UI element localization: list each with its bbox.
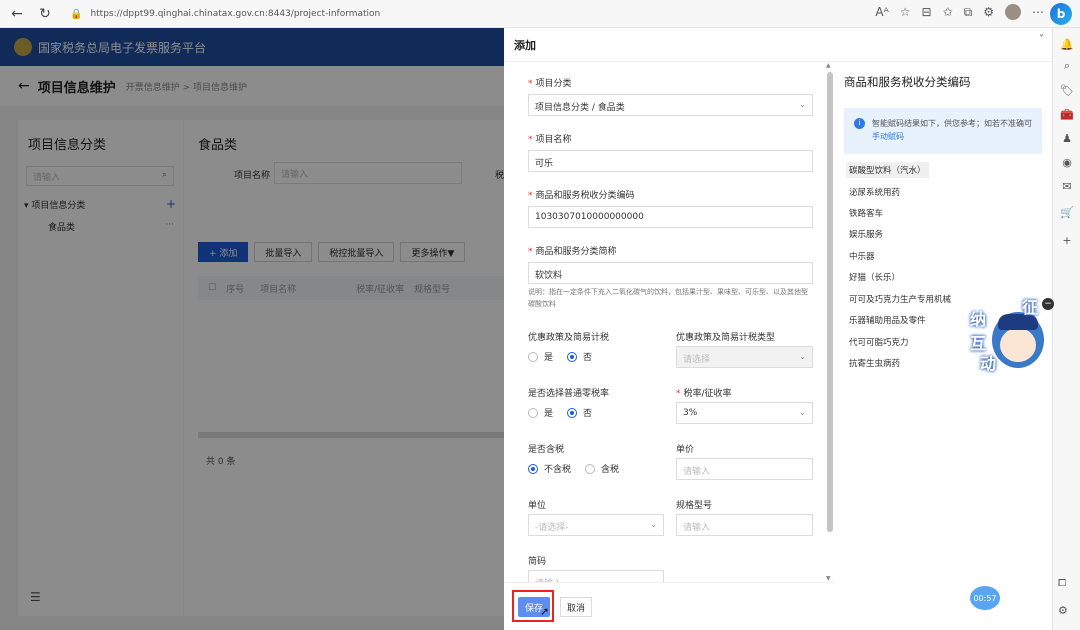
tax-code-note: 说明：指在一定条件下充入二氧化碳气的饮料，包括果汁型、果味型、可乐型、以及其他型… <box>528 288 808 308</box>
timer-badge[interactable]: 00:57 <box>970 586 1000 610</box>
back-icon[interactable]: ← <box>6 3 28 25</box>
preferential-radio-group: 是 否 <box>528 350 606 363</box>
mascot-char: 纳 <box>970 310 987 329</box>
drawer-title: 添加 <box>514 38 536 52</box>
tax-included-label: 是否含税 <box>528 445 565 455</box>
tax-code-panel-title: 商品和服务税收分类编码 <box>844 75 971 89</box>
short-name-label: * 商品和服务分类简称 <box>528 247 617 257</box>
zero-rate-no-radio[interactable]: 否 <box>567 406 592 419</box>
bell-icon[interactable]: 🔔 <box>1059 36 1075 52</box>
tax-included-radio-group: 不含税 含税 <box>528 462 633 475</box>
tag-icon[interactable]: 🏷 <box>1059 82 1075 98</box>
preferential-no-radio[interactable]: 否 <box>567 350 592 363</box>
tax-code-label: * 商品和服务税收分类编码 <box>528 191 635 201</box>
rate-select[interactable]: 3% ⌄ <box>676 402 813 424</box>
scrollbar-thumb[interactable] <box>827 72 833 532</box>
mascot-char: 征 <box>1022 298 1039 317</box>
code-list-item[interactable]: 好猫（长乐） <box>846 269 903 285</box>
extensions-icon[interactable]: ⚙ <box>983 5 994 19</box>
zero-rate-yes-radio[interactable]: 是 <box>528 406 553 419</box>
add-drawer: 添加 ˅ * 项目分类 项目信息分类 / 食品类 ⌄ * 项目名称 可乐 * 商品和服务… <box>504 28 1054 630</box>
chevron-down-icon[interactable]: ˅ <box>1039 34 1044 45</box>
smart-code-tip-text: 智能赋码结果如下，供您参考；如若不准确可 <box>872 119 1032 128</box>
form-scrollbar[interactable]: ▲ ▼ <box>826 62 834 582</box>
split-screen-icon[interactable]: ⊟ <box>922 5 932 19</box>
office-icon[interactable]: ◉ <box>1059 154 1075 170</box>
sidebar-settings-icon[interactable]: ⚙ <box>1058 604 1068 617</box>
add-form: * 项目分类 项目信息分类 / 食品类 ⌄ * 项目名称 可乐 * 商品和服务税收分类编… <box>504 62 826 582</box>
cancel-button[interactable]: 取消 <box>560 597 592 617</box>
more-menu-icon[interactable]: ⋯ <box>1032 5 1044 19</box>
category-select[interactable]: 项目信息分类 / 食品类 ⌄ <box>528 94 813 116</box>
unit-select[interactable]: -请选择- ⌄ <box>528 514 664 536</box>
favorite-star-icon[interactable]: ☆ <box>900 5 911 19</box>
code-list-item[interactable]: 乐器辅助用品及零件 <box>846 312 929 328</box>
unit-price-label: 单价 <box>676 445 695 455</box>
tax-included-radio[interactable]: 含税 <box>585 462 619 475</box>
scroll-up-icon[interactable]: ▲ <box>826 62 831 69</box>
browser-sidebar: 🔔 ⌕ 🏷 🧰 ♟ ◉ ✉ 🛒 + <box>1052 28 1080 630</box>
add-sidebar-icon[interactable]: + <box>1059 232 1075 248</box>
profile-avatar[interactable] <box>1005 4 1021 20</box>
rate-label: * 税率/征收率 <box>676 389 732 399</box>
favorites-icon[interactable]: ✩ <box>943 5 953 19</box>
drawer-footer: 保存 ➚ 取消 <box>504 582 834 630</box>
chevron-down-icon: ⌄ <box>799 352 806 361</box>
short-code-input[interactable]: 请输入 <box>528 570 664 582</box>
chevron-down-icon: ⌄ <box>650 520 657 529</box>
mascot-char: 动 <box>980 354 997 373</box>
drawer-header: 添加 <box>504 28 1052 62</box>
name-input[interactable]: 可乐 <box>528 150 813 172</box>
toolbox-icon[interactable]: 🧰 <box>1059 106 1075 122</box>
short-name-input[interactable]: 软饮料 <box>528 262 813 284</box>
smart-code-tip: i 智能赋码结果如下，供您参考；如若不准确可 手动赋码 <box>844 108 1042 154</box>
read-aloud-icon[interactable]: Aᴬ <box>875 5 888 19</box>
chess-icon[interactable]: ♟ <box>1059 130 1075 146</box>
scroll-down-icon[interactable]: ▼ <box>826 575 831 582</box>
code-list-item[interactable]: 铁路客车 <box>846 205 886 221</box>
chevron-down-icon: ⌄ <box>799 408 806 417</box>
refresh-icon[interactable]: ↻ <box>34 3 56 25</box>
zero-rate-label: 是否选择普通零税率 <box>528 389 610 399</box>
spec-label: 规格型号 <box>676 501 713 511</box>
preferential-yes-radio[interactable]: 是 <box>528 350 553 363</box>
name-label: * 项目名称 <box>528 135 572 145</box>
code-list-item[interactable]: 抗寄生虫病药 <box>846 355 903 371</box>
shopping-icon[interactable]: 🛒 <box>1059 204 1075 220</box>
short-code-label: 简码 <box>528 557 547 567</box>
lock-icon: 🔒 <box>70 8 83 20</box>
cursor-icon: ➚ <box>540 605 550 618</box>
tax-excluded-radio[interactable]: 不含税 <box>528 462 571 475</box>
code-list-item[interactable]: 泌尿系统用药 <box>846 184 903 200</box>
code-list-item[interactable]: 可可及巧克力生产专用机械 <box>846 291 954 307</box>
unit-label: 单位 <box>528 501 547 511</box>
unit-price-input[interactable]: 请输入 <box>676 458 813 480</box>
mascot-close-icon[interactable]: − <box>1042 298 1054 310</box>
sidebar-screenshot-icon[interactable]: ⧠ <box>1058 578 1066 589</box>
mascot-face <box>1000 328 1036 362</box>
sidebar-search-icon[interactable]: ⌕ <box>1059 58 1075 74</box>
preferential-label: 优惠政策及简易计税 <box>528 333 610 343</box>
manual-code-link[interactable]: 手动赋码 <box>872 132 904 141</box>
info-icon: i <box>854 118 865 129</box>
category-label: * 项目分类 <box>528 79 572 89</box>
code-list-item[interactable]: 碳酸型饮料（汽水） <box>846 162 929 178</box>
preferential-type-select[interactable]: 请选择 ⌄ <box>676 346 813 368</box>
code-list-item[interactable]: 中乐器 <box>846 248 878 264</box>
address-bar[interactable]: 🔒 https://dppt99.qinghai.chinatax.gov.cn… <box>70 4 830 24</box>
chevron-down-icon: ⌄ <box>799 100 806 109</box>
interactive-mascot[interactable]: 征 纳 互 动 <box>970 298 1046 374</box>
code-list-item[interactable]: 娱乐服务 <box>846 226 886 242</box>
collections-icon[interactable]: ⧉ <box>964 5 973 20</box>
url-text: https://dppt99.qinghai.chinatax.gov.cn:8… <box>90 9 381 19</box>
outlook-icon[interactable]: ✉ <box>1059 178 1075 194</box>
spec-input[interactable]: 请输入 <box>676 514 813 536</box>
tax-code-input[interactable]: 1030307010000000000 <box>528 206 813 228</box>
code-list-item[interactable]: 代可可脂巧克力 <box>846 334 912 350</box>
zero-rate-radio-group: 是 否 <box>528 406 606 419</box>
preferential-type-label: 优惠政策及简易计税类型 <box>676 333 776 343</box>
copilot-icon[interactable]: b <box>1050 3 1072 25</box>
browser-toolbar: ← ↻ 🔒 https://dppt99.qinghai.chinatax.go… <box>0 0 1080 28</box>
